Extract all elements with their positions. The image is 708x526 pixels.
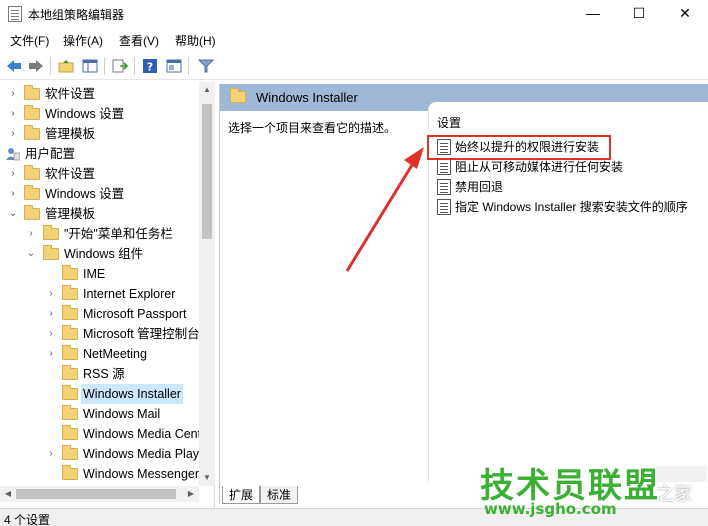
chevron-right-icon[interactable]: › [8,184,18,204]
show-hide-tree-icon[interactable] [80,56,100,76]
chevron-right-icon[interactable]: › [8,104,18,124]
filter-icon[interactable] [196,56,216,76]
scroll-thumb[interactable] [16,489,176,499]
menu-bar: 文件(F) 操作(A) 查看(V) 帮助(H) [0,30,708,50]
minimize-button[interactable]: — [570,0,616,28]
tree-item-ime[interactable]: IME [0,264,199,284]
scroll-thumb[interactable] [202,104,212,239]
tree-vertical-scrollbar[interactable]: ▲ ▼ [199,82,215,486]
folder-icon [24,125,40,140]
tab-extended[interactable]: 扩展 [222,486,261,504]
policy-setting-icon [437,179,451,195]
tree-item-user-configuration[interactable]: 用户配置 [0,144,199,164]
scroll-down-arrow-icon[interactable]: ▼ [199,470,215,486]
chevron-right-icon[interactable]: › [46,324,56,344]
svg-text:?: ? [147,61,153,74]
chevron-right-icon[interactable]: › [8,164,18,184]
help-icon[interactable]: ? [140,56,160,76]
folder-icon [62,465,78,480]
watermark-url: www.jsgho.com [484,500,617,518]
policy-setting-icon [437,159,451,175]
folder-icon [62,365,78,380]
properties-icon[interactable] [164,56,184,76]
folder-icon [62,405,78,420]
tree-item-internet-explorer[interactable]: › Internet Explorer [0,284,199,304]
tree-item-user-software-settings[interactable]: › 软件设置 [0,164,199,184]
tree-item-rss-feeds[interactable]: RSS 源 [0,364,199,384]
folder-icon [62,325,78,340]
chevron-right-icon[interactable]: › [46,444,56,464]
tree-item-windows-components[interactable]: ⌄ Windows 组件 [0,244,199,264]
folder-icon [24,105,40,120]
watermark-side-text: 之家 [656,484,692,505]
highlight-annotation-box [427,135,611,160]
chevron-down-icon[interactable]: ⌄ [26,244,36,264]
tree-item-windows-messenger[interactable]: Windows Messenger [0,464,199,484]
tree-item-user-admin-templates[interactable]: ⌄ 管理模板 [0,204,199,224]
folder-icon [62,285,78,300]
chevron-right-icon[interactable]: › [46,284,56,304]
menu-file[interactable]: 文件(F) [10,32,49,49]
tree-item-windows-media-center[interactable]: Windows Media Center [0,424,212,444]
tree-item-windows-settings[interactable]: › Windows 设置 [0,104,199,124]
folder-icon [62,425,78,440]
toolbar: ? [0,52,708,80]
scroll-up-arrow-icon[interactable]: ▲ [199,82,215,98]
export-list-icon[interactable] [110,56,130,76]
title-bar: 本地组策略编辑器 — ☐ ✕ [0,0,708,28]
scroll-right-arrow-icon[interactable]: ▶ [183,486,199,502]
folder-icon [24,205,40,220]
folder-icon [62,345,78,360]
folder-icon [62,265,78,280]
details-pane: Windows Installer 选择一个项目来查看它的描述。 设置 始终以提… [219,84,708,504]
up-folder-icon[interactable] [56,56,76,76]
folder-icon [24,85,40,100]
tab-standard[interactable]: 标准 [260,486,299,504]
policy-tree: › 软件设置 › Windows 设置 › 管理模板 用户配置 › 软件设置 ›… [0,82,215,508]
close-button[interactable]: ✕ [662,0,708,28]
folder-icon [62,385,78,400]
maximize-button[interactable]: ☐ [616,0,662,28]
chevron-right-icon[interactable]: › [46,304,56,324]
tree-item-user-windows-settings[interactable]: › Windows 设置 [0,184,199,204]
tree-item-netmeeting[interactable]: › NetMeeting [0,344,199,364]
folder-icon [62,305,78,320]
tree-item-microsoft-passport[interactable]: › Microsoft Passport [0,304,199,324]
tree-horizontal-scrollbar[interactable]: ◀ ▶ [0,486,199,502]
details-header-title: Windows Installer [256,90,358,105]
tree-item-windows-installer[interactable]: Windows Installer [0,384,199,404]
folder-icon [43,245,59,260]
policy-setting-icon [437,199,451,215]
window-title: 本地组策略编辑器 [28,8,125,22]
tree-item-software-settings[interactable]: › 软件设置 [0,84,199,104]
menu-view[interactable]: 查看(V) [119,32,159,49]
chevron-right-icon[interactable]: › [8,124,18,144]
tree-item-windows-media-player[interactable]: › Windows Media Player [0,444,210,464]
chevron-right-icon[interactable]: › [46,344,56,364]
menu-action[interactable]: 操作(A) [63,32,103,49]
folder-icon [230,88,246,103]
settings-column-header[interactable]: 设置 [437,114,461,131]
tree-item-windows-mail[interactable]: Windows Mail [0,404,199,424]
folder-icon [24,165,40,180]
tree-item-mmc[interactable]: › Microsoft 管理控制台 [0,324,200,344]
menu-help[interactable]: 帮助(H) [175,32,216,49]
user-icon [6,148,20,161]
tree-item-admin-templates[interactable]: › 管理模板 [0,124,199,144]
scroll-left-arrow-icon[interactable]: ◀ [0,486,16,502]
folder-icon [24,185,40,200]
policy-editor-app-icon [8,6,22,22]
tree-item-start-menu-taskbar[interactable]: › "开始"菜单和任务栏 [0,224,199,244]
chevron-right-icon[interactable]: › [8,84,18,104]
chevron-right-icon[interactable]: › [26,224,36,244]
forward-arrow-icon[interactable] [26,56,46,76]
description-text: 选择一个项目来查看它的描述。 [228,121,397,135]
chevron-down-icon[interactable]: ⌄ [8,204,18,224]
folder-icon [62,445,78,460]
back-arrow-icon[interactable] [4,56,24,76]
folder-icon [43,225,59,240]
status-text: 4 个设置 [4,513,51,526]
